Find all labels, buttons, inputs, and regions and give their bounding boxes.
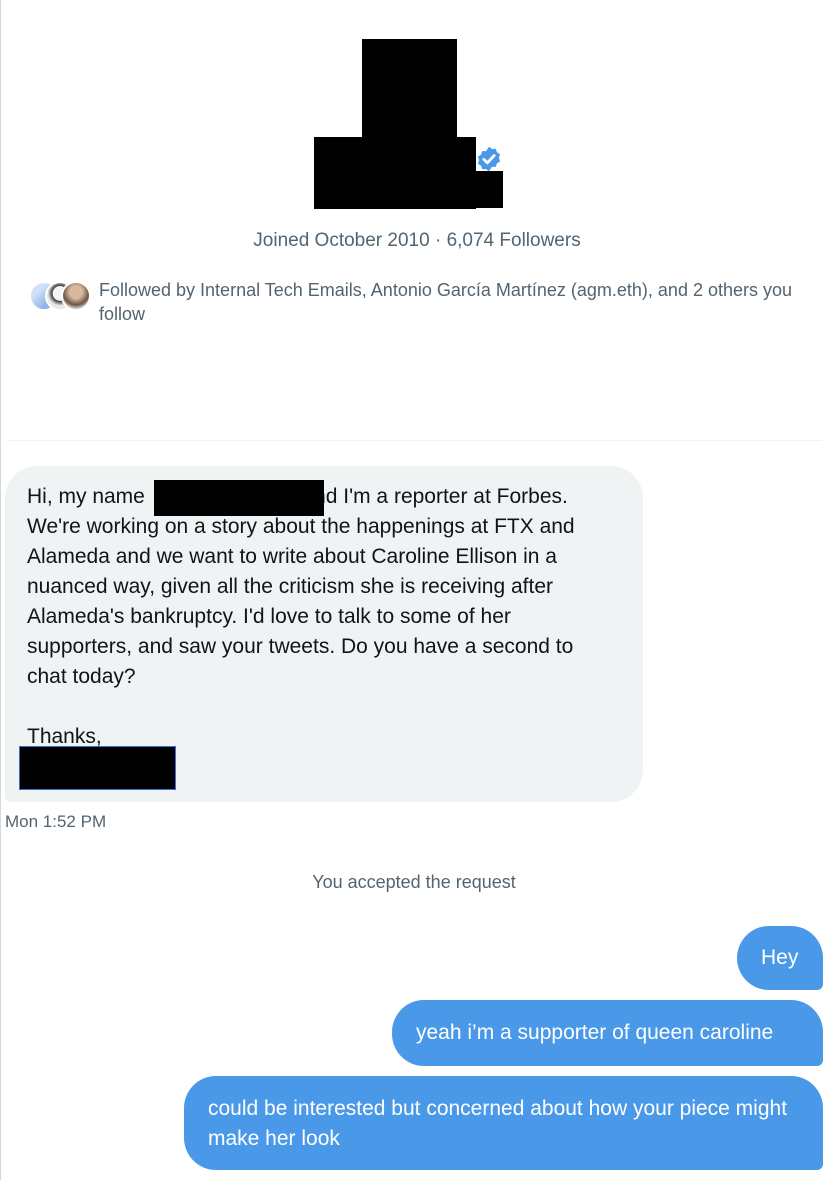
- message-timestamp: Mon 1:52 PM: [5, 812, 107, 831]
- incoming-message-text: Hi, my name and I'm a reporter at Forbes…: [27, 485, 575, 748]
- profile-joined-followers: Joined October 2010 · 6,074 Followers: [253, 230, 581, 251]
- redacted-sender-name: [154, 480, 324, 516]
- followed-by-text[interactable]: Followed by Internal Tech Emails, Antoni…: [99, 278, 799, 326]
- outgoing-message-text: yeah i’m a supporter of queen caroline: [416, 1021, 774, 1044]
- outgoing-message-text: Hey: [761, 946, 799, 969]
- redacted-handle: [471, 171, 503, 208]
- divider: [7, 440, 822, 441]
- outgoing-message-bubble[interactable]: could be interested but concerned about …: [184, 1076, 823, 1170]
- redacted-display-name: [314, 137, 476, 209]
- redacted-signature: [19, 746, 176, 790]
- verified-badge-icon: [477, 146, 501, 172]
- outgoing-message-bubble[interactable]: Hey: [737, 926, 823, 990]
- dm-conversation-view: Joined October 2010 · 6,074 Followers Fo…: [0, 0, 832, 1180]
- request-accepted-note: You accepted the request: [312, 872, 516, 892]
- followed-by-row[interactable]: Followed by Internal Tech Emails, Antoni…: [29, 278, 809, 326]
- follower-avatar: [61, 281, 91, 311]
- follower-avatars: [29, 281, 91, 311]
- outgoing-message-text: could be interested but concerned about …: [208, 1097, 788, 1150]
- outgoing-message-bubble[interactable]: yeah i’m a supporter of queen caroline: [392, 1000, 823, 1066]
